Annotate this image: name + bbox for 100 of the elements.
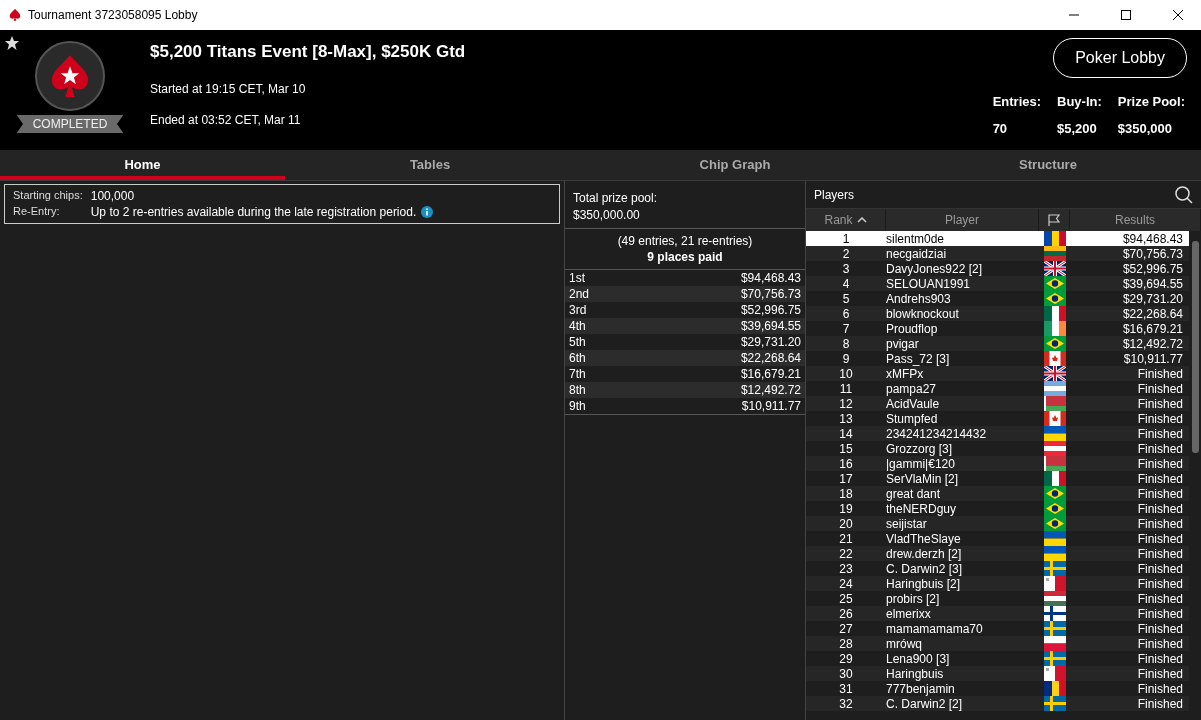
payout-cell: $39,694.55 — [740, 319, 801, 333]
player-name: mamamamama70 — [886, 621, 984, 636]
info-value: 100,000 — [90, 189, 135, 203]
rank-cell-text: 31 — [838, 681, 854, 696]
rank-cell-text: 22 — [838, 546, 854, 561]
prize-pool-label: Total prize pool: — [573, 191, 659, 205]
rank-cell-text: 1 — [841, 231, 851, 246]
player-name: mrówq — [886, 636, 923, 651]
player-row[interactable]: 24 Haringbuis [2] Finished — [806, 576, 1189, 591]
result-cell-text: Finished — [1136, 606, 1184, 621]
payout-cell: $29,731.20 — [740, 335, 801, 349]
player-name: AcidVaule — [886, 396, 941, 411]
flag-icon[interactable] — [1047, 213, 1061, 227]
player-name: Proudflop — [886, 321, 939, 336]
result-cell-text: Finished — [1136, 561, 1184, 576]
entries-note: (49 entries, 21 re-entries) — [617, 234, 753, 248]
result-cell-text: Finished — [1136, 486, 1184, 501]
maximize-button[interactable] — [1120, 9, 1132, 21]
spade-logo-icon — [34, 40, 106, 112]
player-name: DavyJones922 [2] — [886, 261, 984, 276]
result-cell-text: $16,679.21 — [1121, 321, 1184, 336]
rank-cell-text: 25 — [838, 591, 854, 606]
rank-cell-text: 26 — [838, 606, 854, 621]
player-row[interactable]: 16 |gammi|€120 Finished — [806, 456, 1189, 471]
result-cell-text: Finished — [1136, 381, 1184, 396]
player-name: SerVlaMin [2] — [886, 471, 960, 486]
player-name: 777benjamin — [886, 681, 956, 696]
close-button[interactable] — [1172, 9, 1184, 21]
payout-cell: $22,268.64 — [740, 351, 801, 365]
tab[interactable]: Home — [0, 150, 285, 180]
place-cell: 9th — [569, 399, 586, 413]
poker-lobby-button[interactable]: Poker Lobby — [1053, 38, 1187, 78]
payout-cell: $94,468.43 — [740, 271, 801, 285]
result-cell-text: $70,756.73 — [1121, 246, 1184, 261]
player-row[interactable]: 6 blowknockout $22,268.64 — [806, 306, 1189, 321]
player-name: |gammi|€120 — [886, 456, 956, 471]
player-name: elmerixx — [886, 606, 932, 621]
player-row[interactable]: 32 C. Darwin2 [2] Finished — [806, 696, 1189, 711]
player-row[interactable]: 28 mrówq Finished — [806, 636, 1189, 651]
rank-cell-text: 15 — [838, 441, 854, 456]
player-name: drew.derzh [2] — [886, 546, 963, 561]
event-title: $5,200 Titans Event [8-Max], $250K Gtd — [150, 42, 467, 62]
places-paid: 9 places paid — [647, 250, 723, 264]
scroll-thumb[interactable] — [1192, 241, 1199, 453]
rank-cell-text: 29 — [838, 651, 854, 666]
place-cell: 4th — [569, 319, 586, 333]
result-cell-text: Finished — [1136, 426, 1184, 441]
place-cell: 7th — [569, 367, 586, 381]
player-row[interactable]: 18 great dant Finished — [806, 486, 1189, 501]
player-name: great dant — [886, 486, 942, 501]
rank-cell-text: 19 — [838, 501, 854, 516]
player-row[interactable]: 26 elmerixx Finished — [806, 606, 1189, 621]
result-cell-text: Finished — [1136, 366, 1184, 381]
result-cell-text: Finished — [1136, 456, 1184, 471]
player-name: Haringbuis — [886, 666, 945, 681]
result-cell-text: Finished — [1136, 621, 1184, 636]
player-row[interactable]: 10 xMFPx Finished — [806, 366, 1189, 381]
search-icon[interactable] — [1175, 185, 1193, 204]
result-cell-text: $10,911.77 — [1122, 351, 1184, 366]
result-cell-text: Finished — [1136, 471, 1184, 486]
player-row[interactable]: 22 drew.derzh [2] Finished — [806, 546, 1189, 561]
prize-pool-value: $350,000.00 — [573, 208, 641, 222]
sort-caret-icon[interactable] — [856, 217, 867, 223]
player-name: theNERDguy — [886, 501, 958, 516]
star-icon[interactable] — [4, 35, 20, 51]
player-name: Grozzorg [3] — [886, 441, 954, 456]
result-cell-text: $94,468.43 — [1121, 231, 1184, 246]
tab[interactable]: Structure — [895, 150, 1201, 180]
stat-value: 70 — [992, 121, 1009, 136]
player-name: Haringbuis [2] — [886, 576, 962, 591]
player-name: blowknockout — [886, 306, 960, 321]
player-row[interactable]: 30 Haringbuis Finished — [806, 666, 1189, 681]
info-value: Up to 2 re-entries available during the late registration period. — [90, 205, 417, 219]
player-row[interactable]: 4 SELOUAN1991 $39,694.55 — [806, 276, 1189, 291]
player-name: SELOUAN1991 — [886, 276, 972, 291]
player-name: pvigar — [886, 336, 920, 351]
player-row[interactable]: 2 necgaidziai $70,756.73 — [806, 246, 1189, 261]
rank-cell-text: 13 — [838, 411, 854, 426]
player-row[interactable]: 14 234241234214432 Finished — [806, 426, 1189, 441]
payout-cell: $16,679.21 — [740, 367, 801, 381]
end-time: Ended at 03:52 CET, Mar 11 — [150, 113, 302, 127]
payout-cell: $12,492.72 — [740, 383, 801, 397]
tab[interactable]: Chip Graph — [575, 150, 895, 180]
place-cell: 2nd — [569, 287, 590, 301]
rank-cell-text: 11 — [838, 381, 854, 396]
info-icon[interactable] — [421, 206, 434, 218]
rank-cell-text: 32 — [838, 696, 854, 711]
player-row[interactable]: 8 pvigar $12,492.72 — [806, 336, 1189, 351]
result-cell-text: $12,492.72 — [1121, 336, 1184, 351]
result-cell-text: Finished — [1136, 591, 1184, 606]
player-row[interactable]: 1 silentm0de $94,468.43 — [806, 231, 1189, 246]
player-row[interactable]: 12 AcidVaule Finished — [806, 396, 1189, 411]
rank-cell-text: 8 — [841, 336, 851, 351]
rank-cell-text: 30 — [838, 666, 854, 681]
result-cell-text: Finished — [1136, 531, 1184, 546]
players-title: Players — [814, 187, 854, 202]
tab[interactable]: Tables — [285, 150, 575, 180]
player-name: 234241234214432 — [886, 426, 988, 441]
player-name: C. Darwin2 [2] — [886, 696, 964, 711]
player-row[interactable]: 20 seijistar Finished — [806, 516, 1189, 531]
